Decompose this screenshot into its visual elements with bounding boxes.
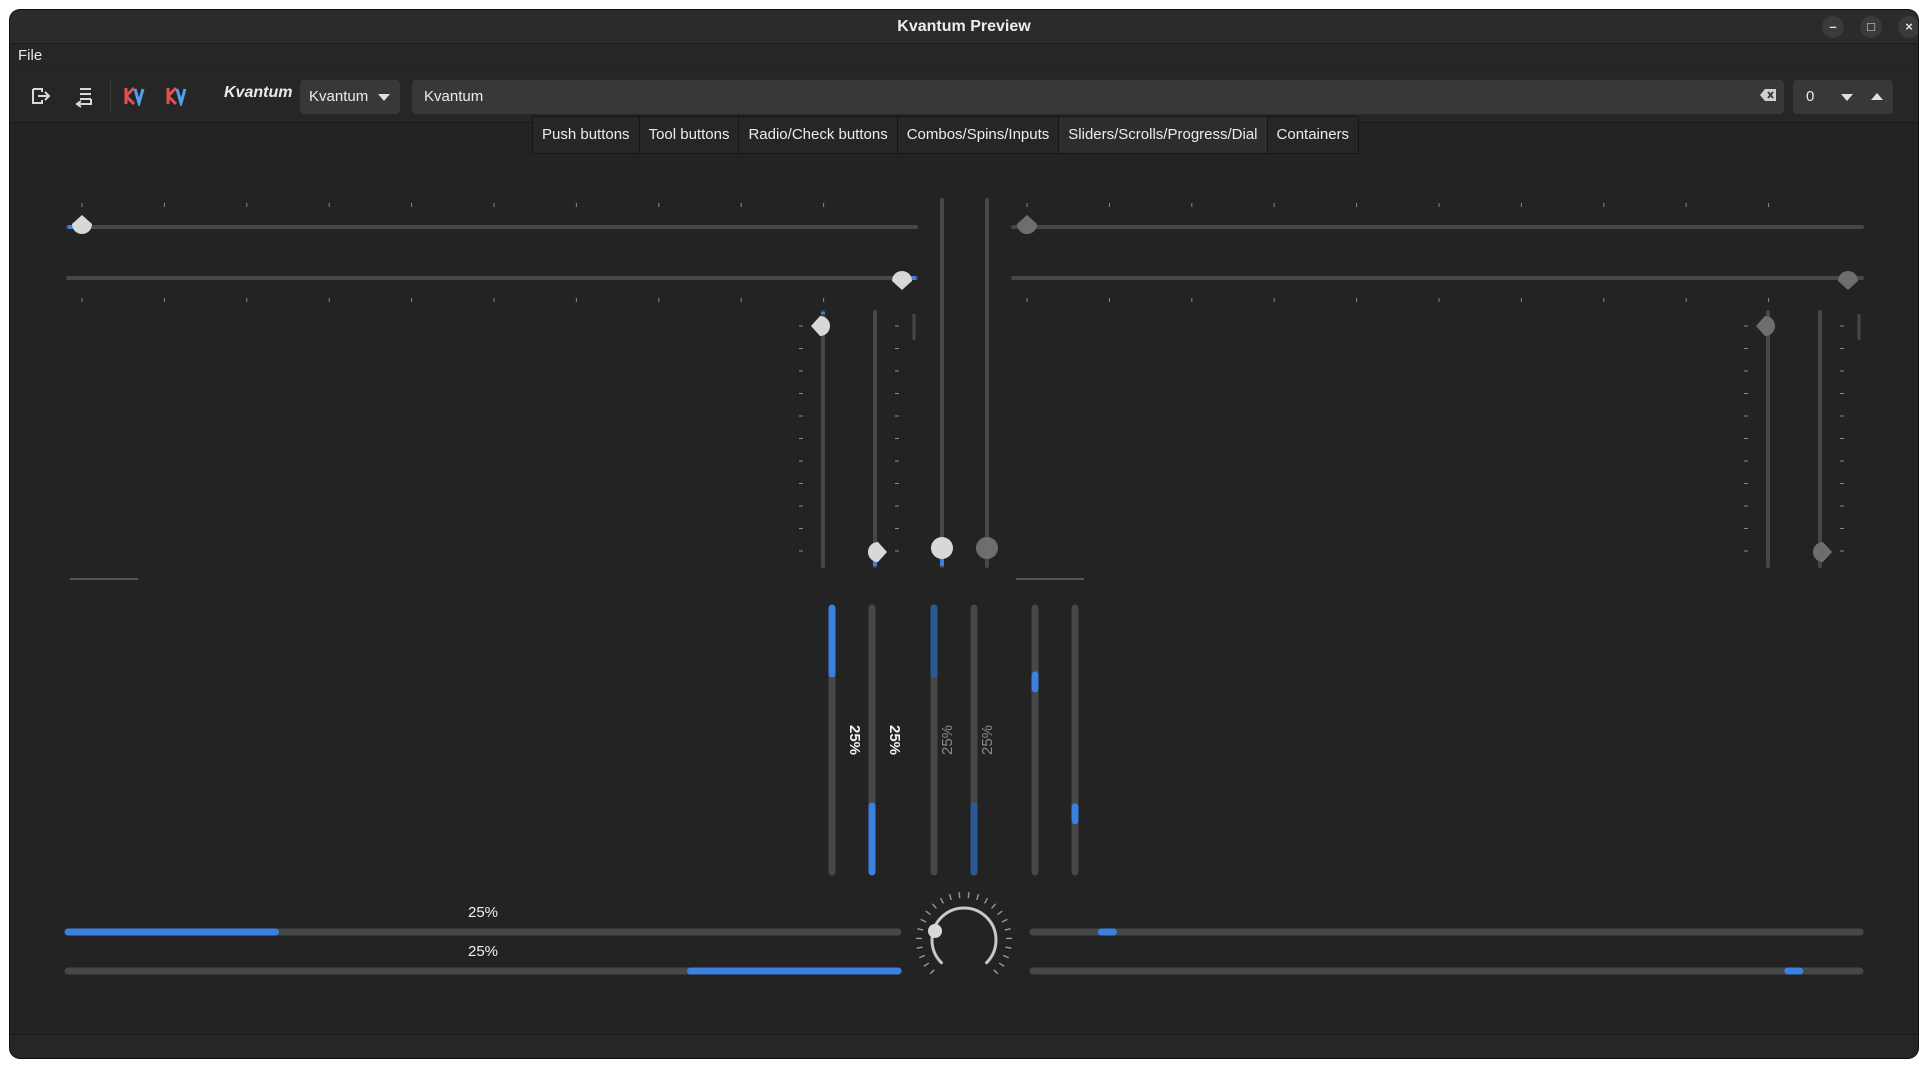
line-edit[interactable]: Kvantum — [412, 80, 1784, 114]
dial-notch — [923, 962, 930, 967]
chevron-down-icon — [378, 94, 390, 101]
slider-handle[interactable] — [1017, 215, 1037, 234]
dial-notch — [925, 910, 931, 916]
tab-bar: Push buttons Tool buttons Radio/Check bu… — [532, 116, 1360, 154]
progress-label: 25% — [979, 725, 996, 755]
progress-label: 25% — [939, 725, 956, 755]
progress-label: 25% — [468, 943, 498, 960]
spin-box[interactable]: 0 — [1793, 80, 1893, 114]
dial-notch — [997, 910, 1003, 916]
dial-notch — [948, 894, 952, 901]
tab-tool-buttons[interactable]: Tool buttons — [640, 117, 740, 153]
dial-notch — [958, 892, 961, 899]
dial-ring[interactable] — [930, 906, 998, 965]
slider-handle[interactable] — [1813, 542, 1832, 562]
widgets-canvas: 25% 25% 25% 25% 25% 25% — [64, 198, 1864, 975]
status-bar — [10, 1034, 1918, 1058]
slider-handle[interactable] — [72, 215, 92, 235]
progress-label: 25% — [846, 725, 863, 755]
tab-sliders-scrolls-progress-dial[interactable]: Sliders/Scrolls/Progress/Dial — [1059, 117, 1268, 153]
window-title: Kvantum Preview — [897, 18, 1031, 35]
dial-notch — [1004, 927, 1011, 931]
toolbar-label: Kvantum — [224, 84, 293, 101]
dial-notch — [998, 962, 1005, 967]
slider-handle[interactable] — [976, 537, 998, 559]
open-icon[interactable] — [28, 84, 52, 108]
sliders-tab-pane: 25% 25% 25% 25% 25% 25% — [10, 154, 1918, 1034]
slider-handle[interactable] — [811, 316, 830, 336]
tab-radio-check-buttons[interactable]: Radio/Check buttons — [739, 117, 898, 153]
dial-notch — [993, 969, 999, 975]
line-edit-value: Kvantum — [424, 88, 484, 105]
close-button[interactable]: × — [1898, 16, 1918, 38]
dial-notch — [919, 954, 926, 959]
kvantum-logo-icon[interactable] — [165, 86, 187, 109]
dial-notch — [1005, 946, 1012, 949]
tab-push-buttons[interactable]: Push buttons — [533, 117, 640, 153]
dial-notch — [916, 946, 923, 949]
slider-handle[interactable] — [868, 542, 887, 562]
spin-up-icon[interactable] — [1871, 93, 1883, 100]
dial-notch — [976, 894, 980, 901]
dial-notch — [983, 897, 989, 904]
maximize-button[interactable]: □ — [1860, 16, 1882, 38]
tab-combos-spins-inputs[interactable]: Combos/Spins/Inputs — [898, 117, 1060, 153]
kvantum-preview-window: Kvantum Preview – □ × File Kvantum Kvant… — [10, 10, 1918, 1058]
dial-notch — [931, 903, 937, 909]
dial-notch — [920, 918, 927, 923]
slider-handle[interactable] — [892, 271, 912, 290]
slider-handle[interactable] — [1838, 271, 1858, 290]
spin-value: 0 — [1806, 88, 1815, 105]
spin-down-icon[interactable] — [1841, 94, 1853, 101]
dial-notch — [917, 927, 924, 931]
dial-notch — [1002, 954, 1009, 959]
progress-label: 25% — [886, 725, 903, 755]
title-bar[interactable]: Kvantum Preview – □ × — [10, 10, 1918, 44]
toolbar-separator — [110, 80, 111, 112]
dial-notch — [991, 903, 997, 909]
kvantum-logo-icon[interactable] — [123, 86, 145, 109]
menu-file[interactable]: File — [18, 47, 42, 64]
dial-notch — [1001, 918, 1008, 923]
combo-value: Kvantum — [309, 88, 369, 105]
tab-containers[interactable]: Containers — [1268, 117, 1359, 153]
clear-text-icon[interactable] — [1758, 88, 1778, 106]
minimize-button[interactable]: – — [1822, 16, 1844, 38]
theme-combo-box[interactable]: Kvantum — [300, 80, 400, 114]
reload-icon[interactable] — [72, 84, 96, 108]
dial-notch — [929, 969, 935, 975]
dial-notch — [939, 897, 945, 904]
dial-notch — [967, 892, 970, 899]
dial-handle[interactable] — [928, 924, 942, 938]
menu-bar: File — [10, 44, 1918, 68]
slider-handle[interactable] — [931, 537, 953, 559]
slider-handle[interactable] — [1756, 316, 1775, 336]
progress-label: 25% — [468, 904, 498, 921]
